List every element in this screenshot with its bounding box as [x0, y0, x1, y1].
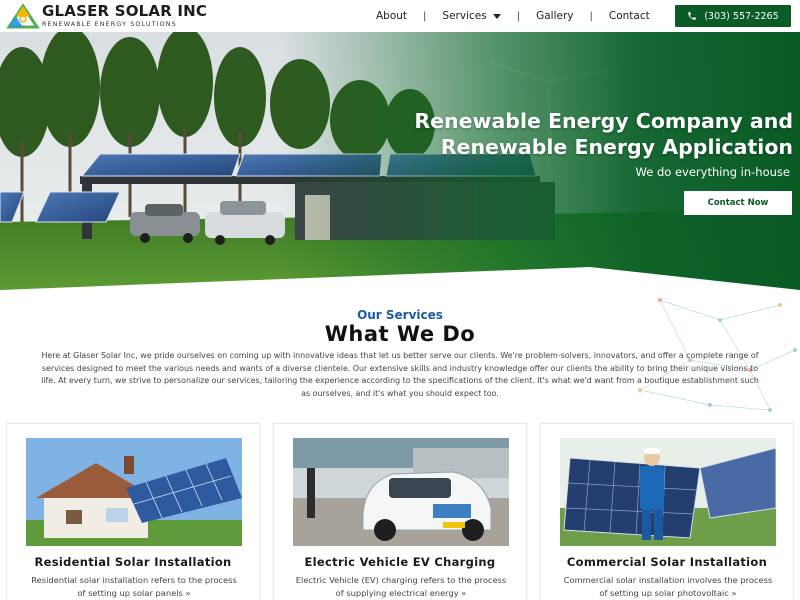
- commercial-solar-worker-image: [560, 438, 776, 546]
- nav-separator: |: [423, 10, 427, 22]
- section-title: What We Do: [324, 322, 476, 346]
- nav-separator: |: [516, 10, 521, 22]
- main-nav: About | Services | Gallery | Contact: [376, 0, 650, 32]
- logo[interactable]: GLASER SOLAR INC RENEWABLE ENERGY SOLUTI…: [6, 3, 216, 29]
- card-title[interactable]: Electric Vehicle EV Charging: [274, 555, 526, 569]
- phone-icon: [688, 12, 697, 20]
- hero-subtitle: We do everything in-house: [635, 165, 790, 179]
- hero-image: [0, 32, 800, 290]
- solar-logo-icon: [6, 3, 40, 29]
- contact-now-button[interactable]: Contact Now: [684, 191, 792, 215]
- hero-banner: Renewable Energy Company and Renewable E…: [0, 32, 800, 290]
- card-title[interactable]: Residential Solar Installation: [7, 555, 259, 569]
- card-text: Electric Vehicle (EV) charging refers to…: [295, 575, 507, 598]
- hero-title: Renewable Energy Company and Renewable E…: [414, 108, 793, 160]
- card-title[interactable]: Commercial Solar Installation: [541, 555, 793, 569]
- card-text: Residential solar installation refers to…: [31, 575, 237, 598]
- site-header: GLASER SOLAR INC RENEWABLE ENERGY SOLUTI…: [0, 0, 800, 32]
- services-section: Our Services What We Do Here at Glaser S…: [0, 290, 800, 600]
- residential-house-image: [26, 438, 242, 546]
- nav-item-services[interactable]: Services: [442, 10, 501, 22]
- service-card-residential[interactable]: Residential Solar Installation Residenti…: [6, 423, 260, 600]
- service-card-ev-charging[interactable]: Electric Vehicle EV Charging Electric Ve…: [273, 423, 527, 600]
- brand-tagline: RENEWABLE ENERGY SOLUTIONS: [42, 20, 177, 29]
- hero-title-line-1: Renewable Energy Company and: [414, 109, 793, 133]
- card-text: Commercial solar installation involves t…: [563, 575, 773, 598]
- section-eyebrow: Our Services: [357, 308, 443, 322]
- nav-item-gallery[interactable]: Gallery: [536, 10, 573, 22]
- nav-item-label: Services: [442, 10, 487, 22]
- ev-charging-car-image: [293, 438, 509, 546]
- nav-item-contact[interactable]: Contact: [609, 10, 650, 22]
- nav-item-about[interactable]: About: [376, 10, 407, 22]
- phone-button[interactable]: (303) 557-2265: [675, 5, 791, 27]
- chevron-down-icon: [492, 14, 501, 19]
- phone-number: (303) 557-2265: [704, 10, 779, 22]
- service-card-commercial[interactable]: Commercial Solar Installation Commercial…: [540, 423, 794, 600]
- hero-title-line-2: Renewable Energy Application: [440, 135, 793, 159]
- nav-separator: |: [589, 10, 593, 22]
- brand-name: GLASER SOLAR INC: [42, 2, 208, 21]
- section-intro: Here at Glaser Solar Inc, we pride ourse…: [41, 351, 759, 398]
